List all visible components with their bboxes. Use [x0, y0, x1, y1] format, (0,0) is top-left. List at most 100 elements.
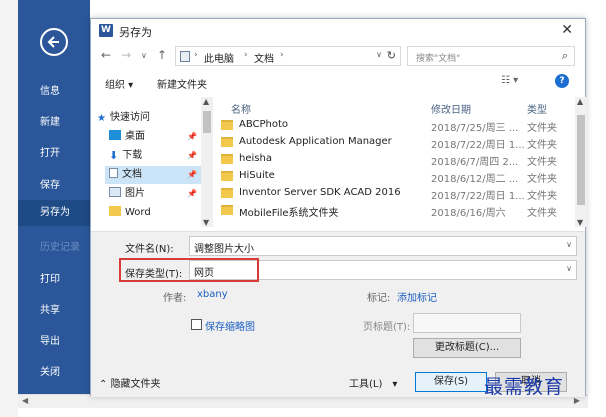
file-name: ABCPhoto [239, 119, 289, 130]
pin-icon[interactable]: 📌 [187, 132, 197, 141]
file-row[interactable]: Autodesk Application Manager 2018/7/22/周日… [215, 134, 575, 151]
scroll-up-icon[interactable]: ▲ [577, 97, 583, 106]
filename-input[interactable]: 调整图片大小 ∨ [189, 236, 577, 256]
tags-label: 标记: [367, 293, 391, 304]
scroll-up-icon[interactable]: ▲ [203, 97, 209, 106]
folder-icon [221, 188, 233, 198]
address-bar[interactable]: › 此电脑 › 文档 › ∨ ↻ [175, 46, 401, 66]
back-arrow-icon[interactable] [40, 28, 68, 56]
navigation-row: ← → ∨ ↑ › 此电脑 › 文档 › ∨ ↻ 搜索"文档" ⌕ [91, 43, 585, 69]
breadcrumb-this-pc[interactable]: 此电脑 [204, 50, 234, 65]
file-type: 文件夹 [527, 157, 557, 168]
breadcrumb-chevron-icon[interactable]: › [280, 50, 284, 60]
download-icon: ⬇ [109, 149, 119, 162]
search-icon[interactable]: ⌕ [562, 49, 568, 63]
computer-icon [180, 51, 190, 62]
nav-item-word[interactable]: Word [109, 204, 151, 222]
scroll-left-icon[interactable]: ◀ [22, 396, 28, 405]
file-row[interactable]: heisha 2018/6/7/周四 2... 文件夹 [215, 151, 575, 168]
search-placeholder: 搜索"文档" [416, 54, 461, 64]
watermark-text: 最需教育 [484, 376, 565, 398]
chevron-down-icon[interactable]: ∨ [566, 240, 572, 249]
nav-item-desktop[interactable]: 桌面 [109, 128, 145, 146]
forward-icon[interactable]: → [121, 48, 131, 62]
file-date: 2018/6/7/周四 2... [431, 157, 519, 168]
file-row[interactable]: Inventor Server SDK ACAD 2016 2018/7/22/周… [215, 185, 575, 202]
search-input[interactable]: 搜索"文档" ⌕ [407, 46, 575, 66]
page-title-input[interactable] [413, 313, 521, 333]
address-dropdown-icon[interactable]: ∨ [376, 50, 382, 59]
back-icon[interactable]: ← [101, 48, 111, 62]
author-value[interactable]: xbany [197, 289, 228, 300]
file-row[interactable]: MobileFile系统文件夹 2018/6/16/周六 文件夹 [215, 202, 575, 219]
nav-pane-scrollbar[interactable]: ▲ ▼ [201, 97, 213, 227]
sidebar-item-open[interactable]: 打开 [40, 144, 60, 159]
file-row[interactable]: ABCPhoto 2018/7/25/周三 ... 文件夹 [215, 117, 575, 134]
filename-value: 调整图片大小 [194, 244, 254, 255]
file-row[interactable]: HiSuite 2018/6/12/周二 ... 文件夹 [215, 168, 575, 185]
sidebar-item-save[interactable]: 保存 [40, 176, 60, 191]
tags-value[interactable]: 添加标记 [397, 289, 437, 304]
file-name: MobileFile系统文件夹 [239, 208, 339, 219]
left-margin [0, 0, 18, 417]
breadcrumb-chevron-icon[interactable]: › [244, 50, 248, 60]
dialog-toolbar: 组织 ▾ 新建文件夹 ☷ ▾ ? [91, 71, 585, 93]
tools-menu[interactable]: 工具(L) ▾ [349, 375, 397, 390]
save-thumbnail-label[interactable]: 保存缩略图 [205, 318, 255, 333]
scroll-down-icon[interactable]: ▼ [203, 218, 209, 227]
sidebar-item-save-as[interactable]: 另存为 [18, 200, 90, 226]
nav-item-quick-access[interactable]: ★ 快速访问 [97, 109, 150, 127]
nav-item-label: 快速访问 [109, 112, 150, 123]
file-date: 2018/7/25/周三 ... [431, 123, 519, 134]
author-label: 作者: [163, 293, 187, 304]
chevron-down-icon[interactable]: ∨ [566, 264, 572, 273]
column-header-type[interactable]: 类型 [527, 101, 547, 116]
view-options-icon[interactable]: ☷ ▾ [501, 75, 518, 86]
file-date: 2018/6/16/周六 [431, 208, 506, 219]
pin-icon[interactable]: 📌 [187, 189, 197, 198]
file-type: 文件夹 [527, 123, 557, 134]
refresh-icon[interactable]: ↻ [387, 49, 396, 62]
file-type: 文件夹 [527, 208, 557, 219]
tools-label: 工具(L) [349, 379, 383, 390]
scroll-down-icon[interactable]: ▼ [577, 218, 583, 227]
recent-dropdown-icon[interactable]: ∨ [141, 51, 147, 60]
star-icon: ★ [97, 113, 106, 124]
file-name: Inventor Server SDK ACAD 2016 [239, 187, 401, 198]
file-date: 2018/7/22/周日 1... [431, 191, 525, 202]
up-icon[interactable]: ↑ [157, 48, 167, 62]
new-folder-button[interactable]: 新建文件夹 [157, 76, 207, 91]
file-list-scrollbar[interactable]: ▲ ▼ [575, 97, 587, 227]
folder-icon [221, 137, 233, 147]
sidebar-item-share[interactable]: 共享 [40, 301, 60, 316]
scrollbar-thumb[interactable] [577, 115, 585, 205]
breadcrumb-documents[interactable]: 文档 [254, 50, 274, 65]
sidebar-item-new[interactable]: 新建 [40, 113, 60, 128]
save-thumbnail-checkbox[interactable] [191, 319, 202, 330]
filename-label: 文件名(N): [125, 244, 174, 255]
change-title-button[interactable]: 更改标题(C)... [413, 338, 521, 358]
nav-item-downloads[interactable]: ⬇ 下载 [109, 147, 142, 165]
organize-menu[interactable]: 组织 ▾ [105, 76, 133, 91]
help-icon[interactable]: ? [555, 74, 569, 88]
sidebar-item-close[interactable]: 关闭 [40, 363, 60, 378]
scrollbar-thumb[interactable] [203, 111, 211, 133]
save-button[interactable]: 保存(S) [415, 372, 487, 392]
nav-item-label: 文档 [122, 169, 142, 180]
sidebar-item-info[interactable]: 信息 [40, 82, 60, 97]
pin-icon[interactable]: 📌 [187, 151, 197, 160]
folder-icon [109, 206, 121, 216]
sidebar-item-print[interactable]: 打印 [40, 270, 60, 285]
column-header-name[interactable]: 名称 [231, 101, 251, 116]
breadcrumb-chevron-icon[interactable]: › [194, 50, 198, 60]
close-icon[interactable]: ✕ [561, 22, 573, 38]
folder-icon [221, 154, 233, 164]
hide-folders-toggle[interactable]: ⌃ 隐藏文件夹 [99, 375, 161, 390]
sidebar-item-export[interactable]: 导出 [40, 332, 60, 347]
nav-item-pictures[interactable]: 图片 [109, 185, 145, 203]
pin-icon[interactable]: 📌 [187, 170, 197, 179]
scroll-right-icon[interactable]: ▶ [574, 396, 580, 405]
dialog-titlebar[interactable]: W 另存为 ✕ [91, 19, 585, 43]
file-name: Autodesk Application Manager [239, 136, 392, 147]
column-header-date[interactable]: 修改日期 [431, 101, 471, 116]
